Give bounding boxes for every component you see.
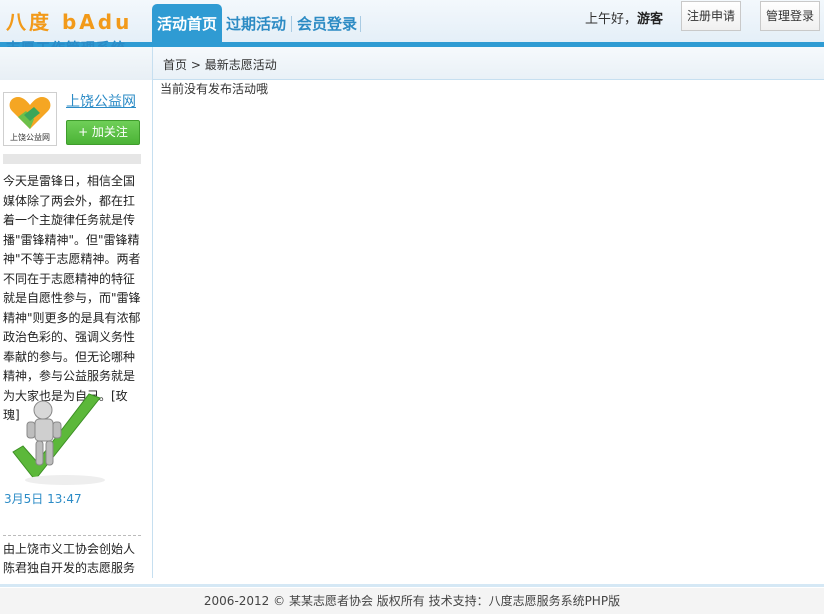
breadcrumb-separator: > [187, 58, 205, 72]
empty-activities-message: 当前没有发布活动哦 [160, 82, 269, 96]
breadcrumb: 首页 > 最新志愿活动 [163, 56, 277, 73]
weibo-post-text: 今天是雷锋日，相信全国媒体除了两会外，都在扛着一个主旋律任务就是传播"雷锋精神"… [3, 174, 141, 422]
breadcrumb-bar: 首页 > 最新志愿活动 [153, 47, 824, 80]
sidebar-divider-bar [3, 154, 141, 164]
avatar[interactable]: 上饶公益网 [3, 92, 57, 146]
tab-active-events[interactable]: 活动首页 [152, 4, 222, 44]
footer-divider [0, 584, 824, 587]
robot-checkmark-icon [12, 393, 105, 485]
greeting-prefix: 上午好， [585, 12, 638, 27]
handshake-heart-icon [9, 97, 51, 129]
admin-login-button[interactable]: 管理登录 [760, 1, 821, 31]
greeting: 上午好，游客 [585, 8, 663, 27]
weibo-post-text-2: 由上饶市义工协会创始人陈君独自开发的志愿服务 [3, 542, 136, 575]
greeting-user: 游客 [637, 12, 664, 27]
breadcrumb-home[interactable]: 首页 [163, 58, 187, 72]
breadcrumb-current: 最新志愿活动 [204, 58, 277, 72]
follow-button[interactable]: + 加关注 [66, 120, 140, 145]
tab-expired-events[interactable]: 过期活动 [226, 4, 286, 42]
register-button[interactable]: 注册申请 [681, 1, 742, 31]
nav-divider [291, 16, 292, 32]
nav-divider [360, 16, 361, 32]
profile-name-link[interactable]: 上饶公益网 [66, 91, 136, 111]
avatar-label: 上饶公益网 [10, 133, 50, 142]
post-image[interactable] [5, 390, 125, 490]
logo-title: 八度 bAdu [6, 10, 133, 34]
post-divider [3, 535, 141, 536]
footer: 2006-2012 © 某某志愿者协会 版权所有 技术支持：八度志愿服务系统PH… [0, 588, 824, 614]
tab-member-login[interactable]: 会员登录 [297, 4, 357, 42]
sidebar-header-band [0, 47, 153, 80]
sidebar: 上饶公益网 上饶公益网 + 加关注 今天是雷锋日，相信全国媒体除了两会外，都在扛… [0, 80, 153, 578]
post-timestamp-link[interactable]: 3月5日 13:47 [4, 490, 82, 507]
